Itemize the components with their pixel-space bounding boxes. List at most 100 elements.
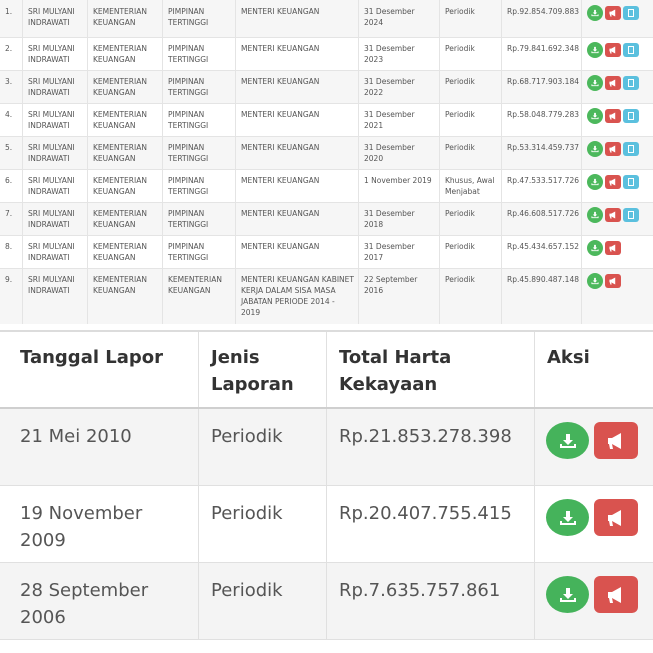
row-tanggal: 22 September 2016: [359, 269, 440, 324]
row-instansi: KEMENTERIAN KEUANGAN: [88, 0, 163, 37]
row-jenis: Periodik: [440, 104, 502, 136]
megaphone-icon: [609, 211, 616, 219]
table-row: 6. SRI MULYANI INDRAWATI KEMENTERIAN KEUAN…: [0, 169, 653, 202]
row-jenis: Periodik: [440, 236, 502, 268]
table-row: 8. SRI MULYANI INDRAWATI KEMENTERIAN KEUAN…: [0, 235, 653, 268]
row-instansi: KEMENTERIAN KEUANGAN: [88, 170, 163, 202]
report-button[interactable]: [594, 422, 638, 459]
row-unit-kerja: KEMENTERIAN KEUANGAN: [163, 269, 236, 324]
row-harta: Rp.58.048.779.283: [502, 104, 582, 136]
row-number: 3.: [0, 71, 23, 103]
report-button[interactable]: [605, 241, 621, 255]
megaphone-icon: [609, 9, 616, 17]
report-button[interactable]: [605, 175, 621, 189]
row-nama: SRI MULYANI INDRAWATI: [23, 269, 88, 324]
table-row: 2. SRI MULYANI INDRAWATI KEMENTERIAN KEUAN…: [0, 37, 653, 70]
row-number: 8.: [0, 236, 23, 268]
download-icon: [591, 244, 599, 252]
row-tanggal: 31 Desember 2017: [359, 236, 440, 268]
row-jenis: Periodik: [440, 0, 502, 37]
download-button[interactable]: [587, 273, 603, 289]
download-button[interactable]: [587, 207, 603, 223]
download-button[interactable]: [587, 5, 603, 21]
table-row: 19 November 2009 Periodik Rp.20.407.755.…: [0, 486, 653, 563]
detail-button[interactable]: [623, 76, 639, 90]
row-tanggal: 28 September 2006: [20, 580, 149, 628]
megaphone-icon: [609, 46, 616, 54]
row-tanggal: 31 Desember 2022: [359, 71, 440, 103]
report-button[interactable]: [605, 76, 621, 90]
document-icon: [628, 79, 634, 87]
download-button[interactable]: [587, 141, 603, 157]
document-icon: [628, 9, 634, 17]
row-aksi: [582, 38, 653, 70]
download-button[interactable]: [546, 576, 589, 613]
row-aksi: [582, 269, 653, 324]
detail-button[interactable]: [623, 175, 639, 189]
row-aksi: [582, 71, 653, 103]
row-tanggal: 31 Desember 2023: [359, 38, 440, 70]
megaphone-icon: [609, 145, 616, 153]
header-tanggal-lapor: Tanggal Lapor: [20, 347, 164, 368]
row-unit-kerja: PIMPINAN TERTINGGI: [163, 203, 236, 235]
detail-button[interactable]: [623, 142, 639, 156]
row-harta: Rp.21.853.278.398: [339, 426, 512, 447]
row-nama: SRI MULYANI INDRAWATI: [23, 203, 88, 235]
row-aksi: [582, 170, 653, 202]
row-tanggal: 21 Mei 2010: [20, 426, 132, 447]
report-button[interactable]: [605, 43, 621, 57]
row-harta: Rp.79.841.692.348: [502, 38, 582, 70]
row-number: 4.: [0, 104, 23, 136]
row-tanggal: 31 Desember 2020: [359, 137, 440, 169]
row-number: 7.: [0, 203, 23, 235]
row-nama: SRI MULYANI INDRAWATI: [23, 0, 88, 37]
row-jabatan: MENTERI KEUANGAN: [236, 137, 359, 169]
detail-button[interactable]: [623, 43, 639, 57]
row-tanggal: 19 November 2009: [20, 503, 143, 551]
download-button[interactable]: [587, 174, 603, 190]
row-harta: Rp.45.434.657.152: [502, 236, 582, 268]
download-button[interactable]: [546, 422, 589, 459]
report-button[interactable]: [605, 142, 621, 156]
report-button[interactable]: [594, 499, 638, 536]
row-jenis: Khusus, Awal Menjabat: [440, 170, 502, 202]
lhkpn-summary-table: Tanggal Lapor Jenis Laporan Total Harta …: [0, 330, 653, 653]
lhkpn-detail-table: 1. SRI MULYANI INDRAWATI KEMENTERIAN KEUAN…: [0, 0, 653, 326]
row-tanggal: 1 November 2019: [359, 170, 440, 202]
row-unit-kerja: PIMPINAN TERTINGGI: [163, 0, 236, 37]
download-button[interactable]: [546, 499, 589, 536]
megaphone-icon: [609, 79, 616, 87]
row-jabatan: MENTERI KEUANGAN KABINET KERJA DALAM SIS…: [236, 269, 359, 324]
header-total-harta: Total Harta Kekayaan: [339, 347, 452, 395]
detail-button[interactable]: [623, 109, 639, 123]
row-jabatan: MENTERI KEUANGAN: [236, 170, 359, 202]
report-button[interactable]: [605, 6, 621, 20]
detail-button[interactable]: [623, 6, 639, 20]
header-jenis-laporan: Jenis Laporan: [211, 347, 294, 395]
report-button[interactable]: [605, 274, 621, 288]
row-instansi: KEMENTERIAN KEUANGAN: [88, 137, 163, 169]
report-button[interactable]: [605, 208, 621, 222]
row-number: 2.: [0, 38, 23, 70]
row-jabatan: MENTERI KEUANGAN: [236, 203, 359, 235]
row-nama: SRI MULYANI INDRAWATI: [23, 236, 88, 268]
download-icon: [591, 79, 599, 87]
download-icon: [591, 178, 599, 186]
detail-button[interactable]: [623, 208, 639, 222]
report-button[interactable]: [594, 576, 638, 613]
row-jabatan: MENTERI KEUANGAN: [236, 38, 359, 70]
row-jabatan: MENTERI KEUANGAN: [236, 104, 359, 136]
download-button[interactable]: [587, 108, 603, 124]
row-nama: SRI MULYANI INDRAWATI: [23, 137, 88, 169]
report-button[interactable]: [605, 109, 621, 123]
row-nama: SRI MULYANI INDRAWATI: [23, 71, 88, 103]
download-button[interactable]: [587, 75, 603, 91]
table-row: 7. SRI MULYANI INDRAWATI KEMENTERIAN KEUAN…: [0, 202, 653, 235]
table-row: 21 Mei 2010 Periodik Rp.21.853.278.398: [0, 409, 653, 486]
row-unit-kerja: PIMPINAN TERTINGGI: [163, 104, 236, 136]
megaphone-icon: [608, 432, 621, 449]
download-button[interactable]: [587, 42, 603, 58]
download-button[interactable]: [587, 240, 603, 256]
row-jabatan: MENTERI KEUANGAN: [236, 0, 359, 37]
row-instansi: KEMENTERIAN KEUANGAN: [88, 236, 163, 268]
